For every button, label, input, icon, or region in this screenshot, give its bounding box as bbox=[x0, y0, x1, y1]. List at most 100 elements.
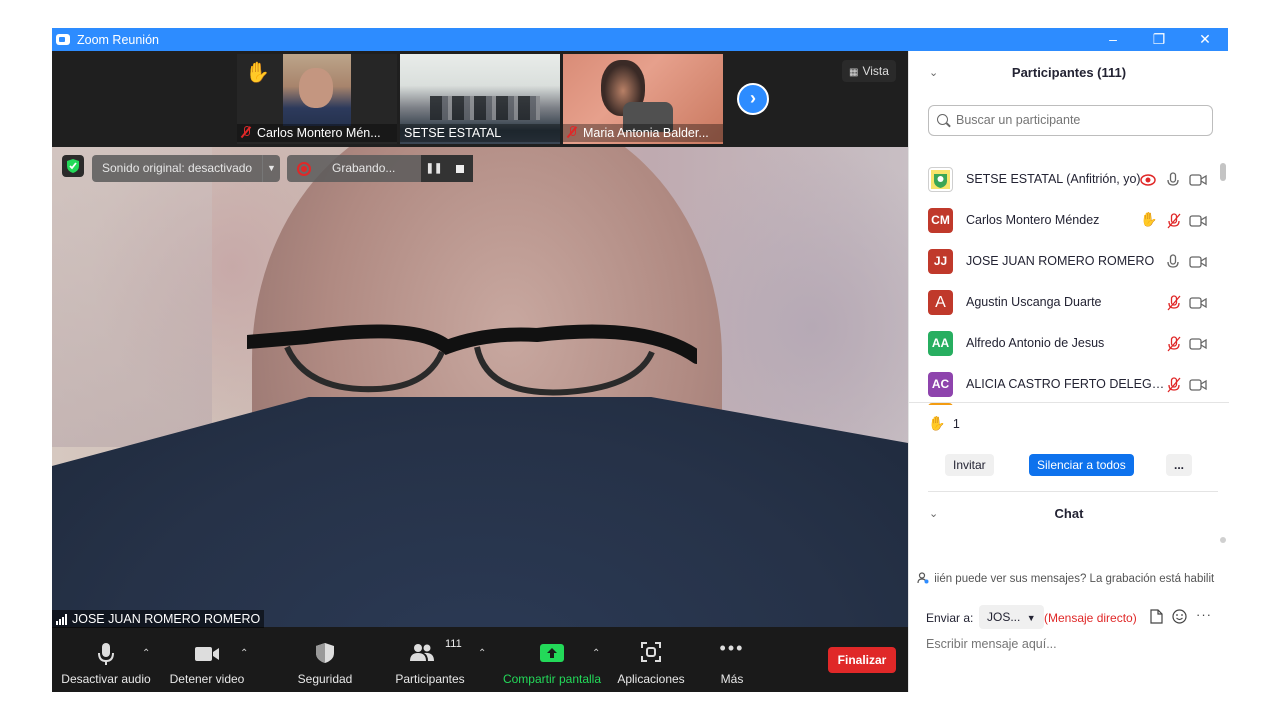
share-options-chevron-icon[interactable]: ⌃ bbox=[592, 648, 600, 659]
participants-button[interactable]: 111 Participantes bbox=[388, 628, 472, 692]
muted-mic-icon bbox=[567, 126, 577, 138]
participants-header: ⌄ Participantes (111) bbox=[909, 51, 1229, 95]
restore-button[interactable]: ❐ bbox=[1136, 28, 1182, 51]
chevron-down-icon[interactable]: ▼ bbox=[262, 155, 280, 182]
apps-label: Aplicaciones bbox=[617, 672, 685, 686]
participant-row[interactable]: SETSE ESTATAL (Anfitrión, yo) bbox=[909, 159, 1219, 200]
collapse-participants-chevron-icon[interactable]: ⌄ bbox=[929, 51, 938, 95]
audio-options-chevron-icon[interactable]: ⌃ bbox=[142, 648, 150, 659]
speaker-shirt bbox=[52, 397, 908, 627]
participants-title: Participantes (111) bbox=[1011, 65, 1127, 80]
more-dots-icon: ••• bbox=[719, 638, 745, 658]
zoom-logo-icon bbox=[56, 34, 70, 45]
participant-name: ALICIA CASTRO FERTO DELEGAC... bbox=[966, 377, 1166, 391]
view-button[interactable]: ▦ Vista bbox=[842, 60, 896, 82]
speaker-name: JOSE JUAN ROMERO ROMERO bbox=[72, 612, 261, 626]
participant-row[interactable]: AA Alfredo Antonio de Jesus bbox=[909, 323, 1219, 364]
video-camera-icon bbox=[1189, 172, 1207, 188]
video-options-chevron-icon[interactable]: ⌃ bbox=[240, 648, 248, 659]
muted-mic-icon bbox=[1167, 377, 1181, 393]
share-screen-button[interactable]: Compartir pantalla bbox=[500, 628, 604, 692]
side-panel: ⌄ Participantes (111) Buscar un particip… bbox=[908, 51, 1229, 692]
minimize-button[interactable]: – bbox=[1090, 28, 1136, 51]
chat-visibility-notice[interactable]: iién puede ver sus mensajes? La grabació… bbox=[917, 572, 1229, 590]
stop-recording-button[interactable] bbox=[447, 155, 473, 182]
muted-mic-icon bbox=[1167, 295, 1181, 311]
next-page-button[interactable]: › bbox=[737, 83, 769, 115]
participant-search-input[interactable]: Buscar un participante bbox=[928, 105, 1213, 136]
recording-icon bbox=[1140, 173, 1156, 186]
chat-header: ⌄ Chat bbox=[909, 492, 1229, 536]
thumbnail-strip: ✋ Carlos Montero Mén... SETSE ESTATAL Ma… bbox=[52, 51, 908, 147]
direct-message-tag: (Mensaje directo) bbox=[1044, 611, 1137, 625]
stop-icon bbox=[456, 165, 464, 173]
thumb-maria[interactable]: Maria Antonia Balder... bbox=[563, 54, 723, 144]
pause-recording-button[interactable]: ❚❚ bbox=[421, 155, 447, 182]
avatar: AA bbox=[928, 331, 953, 356]
video-camera-icon bbox=[1189, 213, 1207, 229]
chevron-down-icon: ▼ bbox=[1026, 613, 1036, 623]
stop-video-button[interactable]: Detener video bbox=[165, 628, 249, 692]
participant-name: JOSE JUAN ROMERO ROMERO bbox=[966, 254, 1155, 268]
window-title: Zoom Reunión bbox=[77, 32, 159, 47]
end-meeting-button[interactable]: Finalizar bbox=[828, 647, 896, 673]
send-to-label: Enviar a: bbox=[926, 611, 974, 625]
participants-icon bbox=[410, 644, 434, 661]
participant-row[interactable]: CM Carlos Montero Méndez ✋ bbox=[909, 200, 1219, 241]
glasses-shape bbox=[247, 324, 697, 396]
mute-all-button[interactable]: Silenciar a todos bbox=[1029, 454, 1134, 476]
chat-message-input[interactable]: Escribir mensaje aquí... bbox=[926, 637, 1057, 651]
mute-label: Desactivar audio bbox=[61, 672, 151, 686]
thumb-name: SETSE ESTATAL bbox=[404, 126, 502, 140]
participant-name: Carlos Montero Méndez bbox=[966, 213, 1100, 227]
more-options-button[interactable]: ... bbox=[1166, 454, 1193, 476]
close-button[interactable]: ✕ bbox=[1182, 28, 1228, 51]
signal-strength-icon bbox=[56, 614, 69, 625]
main-speaker-video bbox=[52, 147, 908, 627]
participants-count: 111 bbox=[445, 638, 462, 650]
invite-button[interactable]: Invitar bbox=[945, 454, 994, 476]
video-camera-icon bbox=[1189, 254, 1207, 270]
file-icon[interactable] bbox=[1150, 609, 1163, 629]
avatar bbox=[928, 167, 953, 192]
security-button[interactable]: Seguridad bbox=[288, 628, 362, 692]
speaker-name-label: JOSE JUAN ROMERO ROMERO bbox=[52, 610, 265, 628]
original-sound-toggle[interactable]: Sonido original: desactivado ▼ bbox=[92, 155, 280, 182]
mute-button[interactable]: Desactivar audio bbox=[52, 628, 160, 692]
avatar: CM bbox=[928, 208, 953, 233]
person-icon bbox=[917, 572, 929, 584]
chat-notice-text: iién puede ver sus mensajes? La grabació… bbox=[934, 573, 1215, 585]
participants-options-chevron-icon[interactable]: ⌃ bbox=[478, 648, 486, 659]
security-shield-icon[interactable] bbox=[62, 155, 84, 177]
raised-hands-count: 1 bbox=[952, 417, 960, 431]
avatar: JJ bbox=[928, 249, 953, 274]
security-label: Seguridad bbox=[297, 672, 353, 686]
video-area: ✋ Carlos Montero Mén... SETSE ESTATAL Ma… bbox=[52, 51, 908, 692]
thumb-name: Carlos Montero Mén... bbox=[257, 126, 381, 140]
thumb-carlos[interactable]: ✋ Carlos Montero Mén... bbox=[237, 54, 397, 144]
thumb-setse[interactable]: SETSE ESTATAL bbox=[400, 54, 560, 144]
microphone-icon bbox=[98, 643, 114, 665]
participant-name: SETSE ESTATAL (Anfitrión, yo) bbox=[966, 172, 1141, 186]
more-button[interactable]: ••• Más bbox=[707, 628, 757, 692]
zoom-window: Zoom Reunión – ❐ ✕ ✋ Carlos Montero Mén.… bbox=[52, 28, 1229, 692]
participant-row[interactable]: AC ALICIA CASTRO FERTO DELEGAC... bbox=[909, 364, 1219, 405]
collapse-chat-chevron-icon[interactable]: ⌄ bbox=[929, 492, 938, 536]
participant-list-scrollbar[interactable] bbox=[1220, 163, 1226, 181]
participant-row[interactable]: JJ JOSE JUAN ROMERO ROMERO bbox=[909, 241, 1219, 282]
thumb-name: Maria Antonia Balder... bbox=[583, 126, 709, 140]
emoji-icon[interactable] bbox=[1172, 609, 1187, 629]
more-label: Más bbox=[720, 672, 744, 686]
more-dots-icon[interactable]: ··· bbox=[1196, 607, 1212, 622]
chat-scrollbar[interactable] bbox=[1220, 537, 1226, 543]
participant-row[interactable]: A Agustin Uscanga Duarte bbox=[909, 282, 1219, 323]
participants-label: Participantes bbox=[395, 672, 465, 686]
apps-button[interactable]: Aplicaciones bbox=[614, 628, 688, 692]
recipient-value: JOS... bbox=[987, 610, 1021, 624]
microphone-icon bbox=[1167, 172, 1179, 188]
video-camera-icon bbox=[1189, 377, 1207, 393]
recipient-select[interactable]: JOS... ▼ bbox=[979, 605, 1044, 629]
chat-title: Chat bbox=[1054, 506, 1084, 521]
search-placeholder: Buscar un participante bbox=[956, 113, 1081, 127]
video-camera-icon bbox=[1189, 295, 1207, 311]
